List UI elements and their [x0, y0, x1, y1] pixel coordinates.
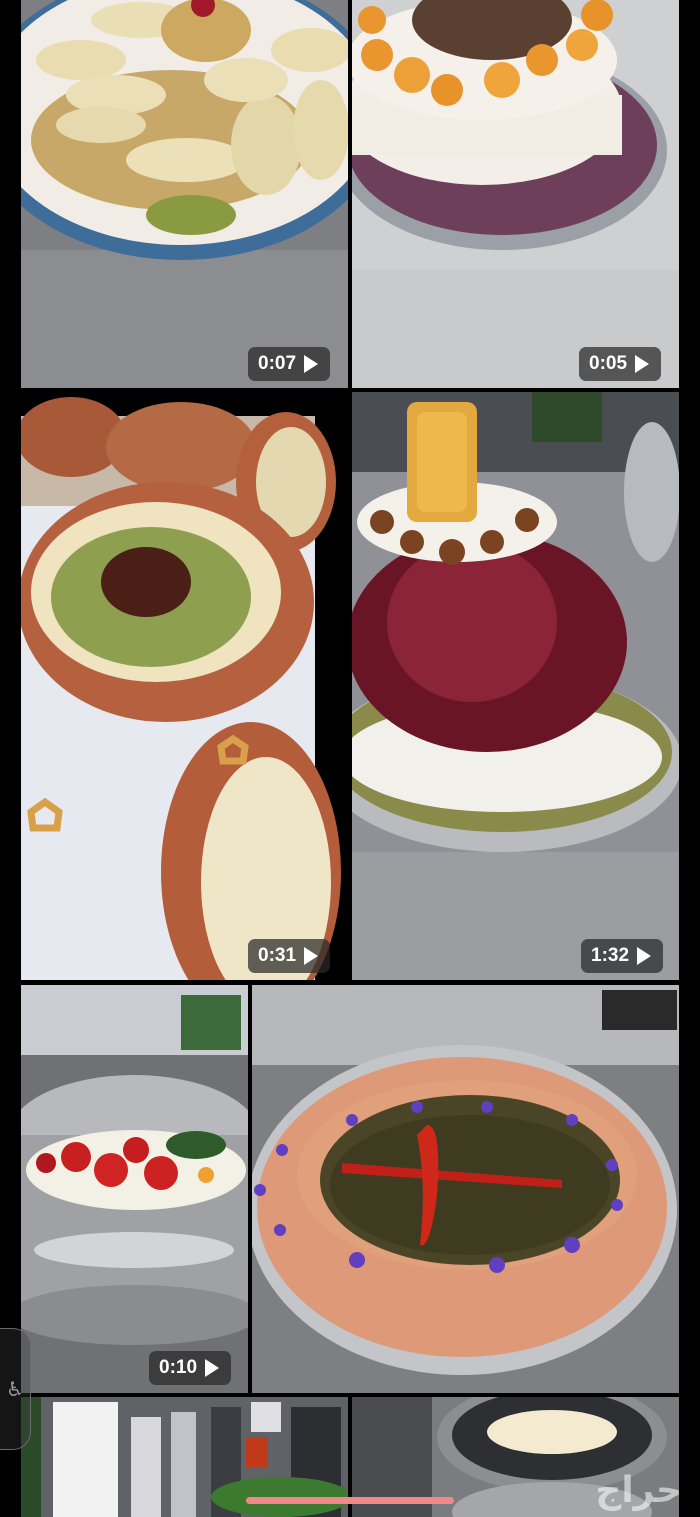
site-watermark: حراج	[595, 1470, 682, 1511]
duration-badge: 0:10	[149, 1351, 232, 1385]
duration-label: 0:31	[258, 945, 297, 966]
video-thumbnail	[21, 0, 348, 388]
video-tile-4[interactable]: 1:32	[352, 392, 679, 980]
video-grid-screen: 0:07 0:05 0:31 1:32 0:10 حراج ♿	[0, 0, 700, 1517]
play-icon	[304, 355, 319, 373]
duration-badge: 0:31	[248, 939, 331, 973]
play-icon	[637, 947, 652, 965]
accessibility-icon: ♿	[6, 1377, 24, 1401]
video-tile-1[interactable]: 0:07	[21, 0, 348, 388]
accessibility-handle[interactable]: ♿	[0, 1328, 31, 1450]
play-icon	[635, 355, 650, 373]
video-thumbnail	[352, 392, 679, 980]
duration-badge: 1:32	[581, 939, 664, 973]
video-tile-2[interactable]: 0:05	[352, 0, 679, 388]
video-tile-6[interactable]	[252, 985, 679, 1393]
video-tile-5[interactable]: 0:10	[21, 985, 248, 1393]
duration-badge: 0:05	[579, 347, 662, 381]
scroll-indicator	[246, 1497, 454, 1504]
duration-label: 0:07	[258, 353, 297, 374]
video-tile-3[interactable]: 0:31	[21, 392, 348, 980]
video-thumbnail	[21, 392, 348, 980]
play-icon	[304, 947, 319, 965]
video-thumbnail	[352, 0, 679, 388]
video-thumbnail	[21, 985, 248, 1393]
duration-label: 1:32	[591, 945, 630, 966]
duration-label: 0:10	[159, 1357, 198, 1378]
duration-badge: 0:07	[248, 347, 331, 381]
video-thumbnail	[252, 985, 679, 1393]
play-icon	[205, 1359, 220, 1377]
duration-label: 0:05	[589, 353, 628, 374]
